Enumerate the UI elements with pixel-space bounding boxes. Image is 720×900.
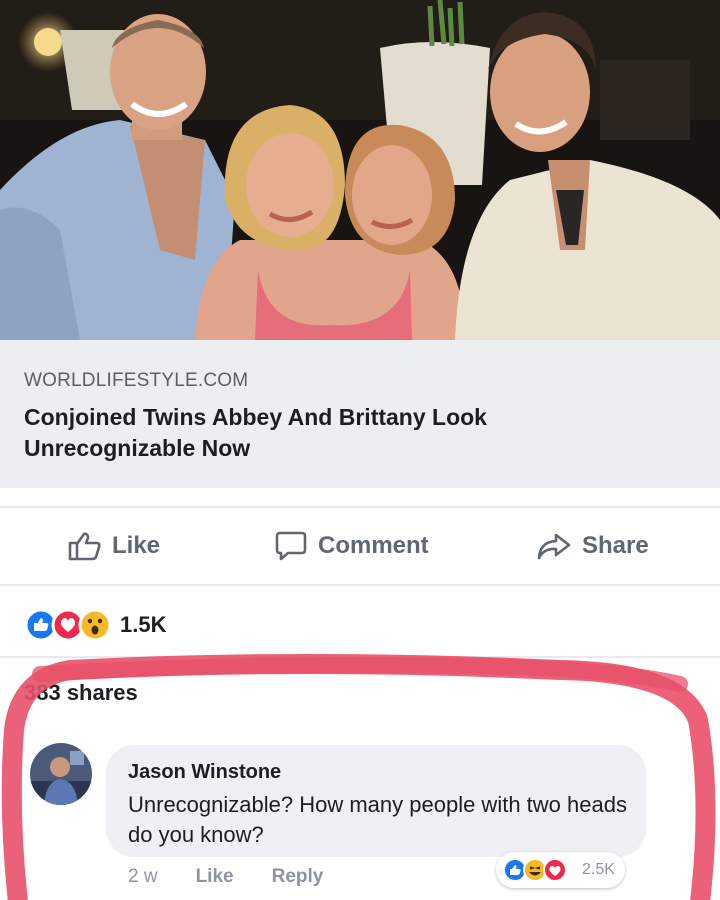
avatar-image — [30, 743, 92, 805]
photo-image — [0, 0, 720, 340]
comment-reaction-icons — [503, 858, 567, 882]
comment-author[interactable]: Jason Winstone — [128, 761, 624, 784]
reaction-icons — [24, 607, 116, 643]
link-title[interactable]: Conjoined Twins Abbey And Brittany Look … — [24, 402, 624, 464]
comment-reactions[interactable]: 2.5K — [496, 852, 625, 888]
shares-count[interactable]: 383 shares — [24, 680, 138, 706]
link-preview[interactable]: WORLDLIFESTYLE.COM Conjoined Twins Abbey… — [0, 340, 720, 488]
share-label: Share — [582, 532, 649, 559]
link-domain: WORLDLIFESTYLE.COM — [24, 370, 249, 391]
divider — [0, 584, 720, 586]
wow-icon — [78, 608, 112, 642]
share-button[interactable]: Share — [536, 508, 649, 584]
comment-bubble: Jason Winstone Unrecognizable? How many … — [106, 745, 646, 857]
comment-time[interactable]: 2 w — [128, 866, 158, 888]
reactions-summary[interactable]: 1.5K — [24, 605, 166, 645]
comment-like-button[interactable]: Like — [196, 866, 234, 888]
avatar[interactable] — [30, 743, 92, 805]
love-icon — [543, 858, 567, 882]
comment-reply-button[interactable]: Reply — [272, 866, 324, 888]
comment-meta: 2 w Like Reply — [128, 866, 361, 888]
comment-button[interactable]: Comment — [274, 508, 429, 584]
like-label: Like — [112, 532, 161, 559]
share-icon — [537, 533, 571, 560]
comment-label: Comment — [318, 532, 429, 559]
comment-reaction-count: 2.5K — [582, 861, 615, 878]
like-icon — [503, 858, 527, 882]
comment-text: Unrecognizable? How many people with two… — [128, 792, 627, 847]
reaction-count: 1.5K — [120, 612, 167, 637]
haha-icon — [523, 858, 547, 882]
post-action-bar: Like Comment Share — [0, 508, 720, 584]
thumbs-up-icon — [68, 532, 101, 561]
like-button[interactable]: Like — [68, 508, 160, 584]
divider — [0, 656, 720, 658]
post-photo[interactable] — [0, 0, 720, 340]
comment-icon — [275, 531, 307, 561]
